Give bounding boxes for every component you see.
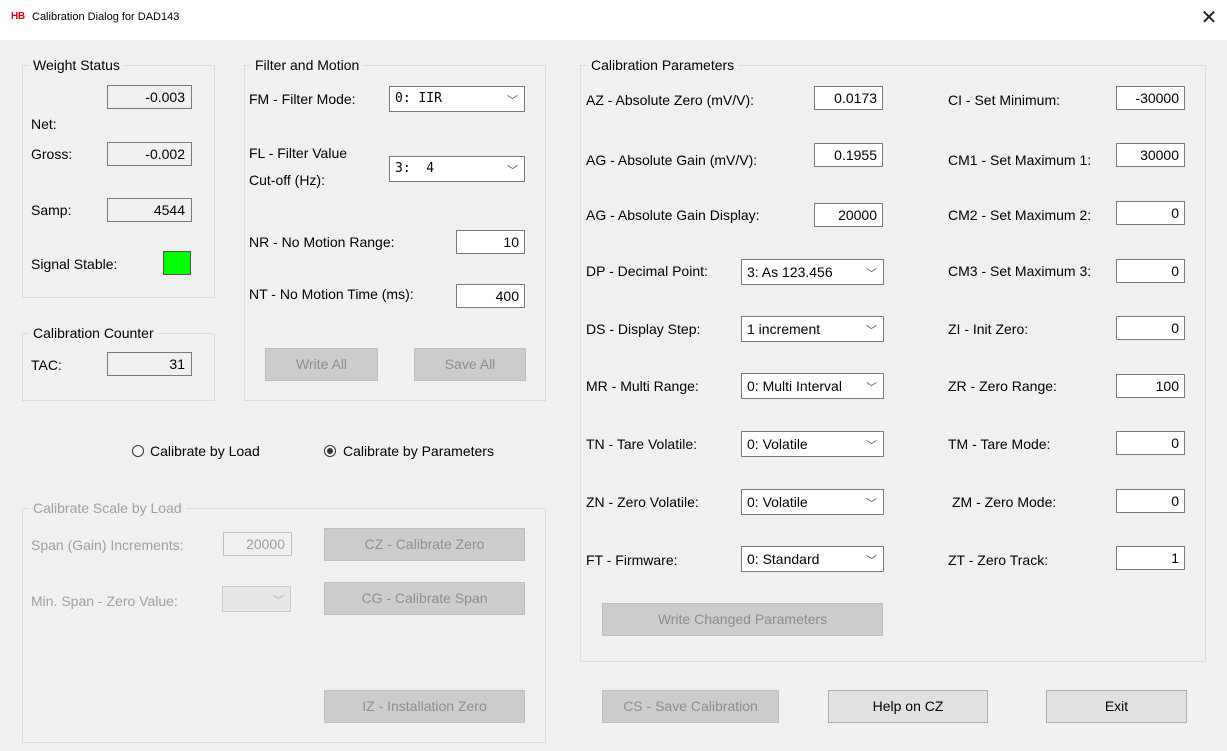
chevron-down-icon: ﹀ [866,497,877,510]
samp-label: Samp: [31,202,72,218]
zr-label: ZR - Zero Range: [948,378,1057,394]
tn-value: 0: Volatile [747,436,808,452]
calibrate-by-parameters-label[interactable]: Calibrate by Parameters [343,442,494,460]
cz-calibrate-zero-button[interactable]: CZ - Calibrate Zero [324,528,525,561]
nr-label: NR - No Motion Range: [249,234,395,250]
cm2-set-maximum-2-input[interactable]: 0 [1116,201,1185,225]
mr-label: MR - Multi Range: [586,378,699,394]
calibration-parameters-title: Calibration Parameters [587,56,739,74]
zn-zero-volatile-select[interactable]: 0: Volatile ﹀ [741,489,884,515]
save-all-button[interactable]: Save All [414,348,526,381]
dp-value: 3: As 123.456 [747,264,833,280]
ag-absolute-gain-input[interactable]: 0.1955 [814,143,883,167]
tac-value: 31 [107,352,192,376]
fl-filter-value-select[interactable]: 3: 4 ﹀ [389,156,525,182]
zm-zero-mode-input[interactable]: 0 [1116,489,1185,513]
nt-label: NT - No Motion Time (ms): [249,286,414,302]
cm1-label: CM1 - Set Maximum 1: [948,152,1092,168]
chevron-down-icon: ﹀ [866,439,877,452]
cm1-set-maximum-1-input[interactable]: 30000 [1116,143,1185,167]
cm3-set-maximum-3-input[interactable]: 0 [1116,259,1185,283]
iz-installation-zero-button[interactable]: IZ - Installation Zero [324,690,525,723]
close-icon[interactable]: ✕ [1194,3,1224,33]
zi-label: ZI - Init Zero: [948,321,1029,337]
mr-value: 0: Multi Interval [747,378,842,394]
span-increments-value: 20000 [223,532,292,556]
weight-status-title: Weight Status [29,56,124,74]
window-title: Calibration Dialog for DAD143 [32,11,180,23]
ds-value: 1 increment [747,321,821,337]
cm2-label: CM2 - Set Maximum 2: [948,207,1092,223]
fm-filter-mode-select[interactable]: 0: IIR ﹀ [389,86,525,112]
cm3-label: CM3 - Set Maximum 3: [948,263,1092,279]
chevron-down-icon: ﹀ [866,267,877,280]
calibrate-by-parameters-radio[interactable] [324,445,336,457]
calibrate-by-load-radio[interactable] [132,445,144,457]
net-value: -0.003 [107,85,192,109]
fl-label-line1: FL - Filter Value [249,145,348,161]
ag-absolute-gain-display-input[interactable]: 20000 [814,203,883,227]
dp-label: DP - Decimal Point: [586,263,708,279]
fm-value: 0: IIR [395,91,442,106]
tn-label: TN - Tare Volatile: [586,436,698,452]
chevron-down-icon: ﹀ [507,164,518,177]
zr-zero-range-input[interactable]: 100 [1116,374,1185,398]
zn-label: ZN - Zero Volatile: [586,494,699,510]
az-absolute-zero-input[interactable]: 0.0173 [814,86,883,110]
nt-no-motion-time-input[interactable]: 400 [456,284,525,308]
min-span-zero-label: Min. Span - Zero Value: [31,593,178,609]
calibrate-by-load-label[interactable]: Calibrate by Load [150,442,260,460]
signal-stable-indicator [163,251,191,275]
ci-label: CI - Set Minimum: [948,92,1061,108]
agd-label: AG - Absolute Gain Display: [586,207,760,223]
gross-value: -0.002 [107,142,192,166]
filter-motion-title: Filter and Motion [251,56,364,74]
chevron-down-icon: ﹀ [507,94,518,107]
chevron-down-icon: ﹀ [866,324,877,337]
mr-multi-range-select[interactable]: 0: Multi Interval ﹀ [741,373,884,399]
zm-label: ZM - Zero Mode: [952,494,1057,510]
nr-no-motion-range-input[interactable]: 10 [456,230,525,254]
hb-logo: HB [11,11,25,22]
fl-label-line2: Cut-off (Hz): [249,172,325,188]
ds-display-step-select[interactable]: 1 increment ﹀ [741,316,884,342]
cg-calibrate-span-button[interactable]: CG - Calibrate Span [324,582,525,615]
write-all-button[interactable]: Write All [265,348,378,381]
write-changed-parameters-button[interactable]: Write Changed Parameters [602,603,883,636]
chevron-down-icon: ﹀ [866,554,877,567]
ds-label: DS - Display Step: [586,321,701,337]
gross-label: Gross: [31,146,73,162]
samp-value: 4544 [107,198,192,222]
dp-decimal-point-select[interactable]: 3: As 123.456 ﹀ [741,259,884,285]
fl-value: 3: 4 [395,161,435,176]
chevron-down-icon: ﹀ [866,381,877,394]
az-label: AZ - Absolute Zero (mV/V): [586,92,755,108]
ag-label: AG - Absolute Gain (mV/V): [586,152,758,168]
signal-stable-label: Signal Stable: [31,256,118,272]
title-bar [0,0,1227,40]
ft-label: FT - Firmware: [586,552,678,568]
span-increments-label: Span (Gain) Increments: [31,537,184,553]
exit-button[interactable]: Exit [1046,690,1187,723]
help-on-cz-button[interactable]: Help on CZ [828,690,988,723]
tac-label: TAC: [31,357,62,373]
calibration-counter-title: Calibration Counter [29,324,158,342]
net-label: Net: [31,116,57,132]
tm-tare-mode-input[interactable]: 0 [1116,431,1185,455]
zt-zero-track-input[interactable]: 1 [1116,546,1185,570]
tm-label: TM - Tare Mode: [948,436,1051,452]
zt-label: ZT - Zero Track: [948,552,1049,568]
zi-init-zero-input[interactable]: 0 [1116,316,1185,340]
calibrate-scale-by-load-title: Calibrate Scale by Load [29,499,186,517]
zn-value: 0: Volatile [747,494,808,510]
chevron-down-icon: ﹀ [273,594,284,607]
tn-tare-volatile-select[interactable]: 0: Volatile ﹀ [741,431,884,457]
ft-value: 0: Standard [747,551,820,567]
min-span-zero-select[interactable]: ﹀ [222,586,291,612]
ci-set-minimum-input[interactable]: -30000 [1116,86,1185,110]
ft-firmware-select[interactable]: 0: Standard ﹀ [741,546,884,572]
fm-label: FM - Filter Mode: [249,91,356,107]
cs-save-calibration-button[interactable]: CS - Save Calibration [602,690,779,723]
